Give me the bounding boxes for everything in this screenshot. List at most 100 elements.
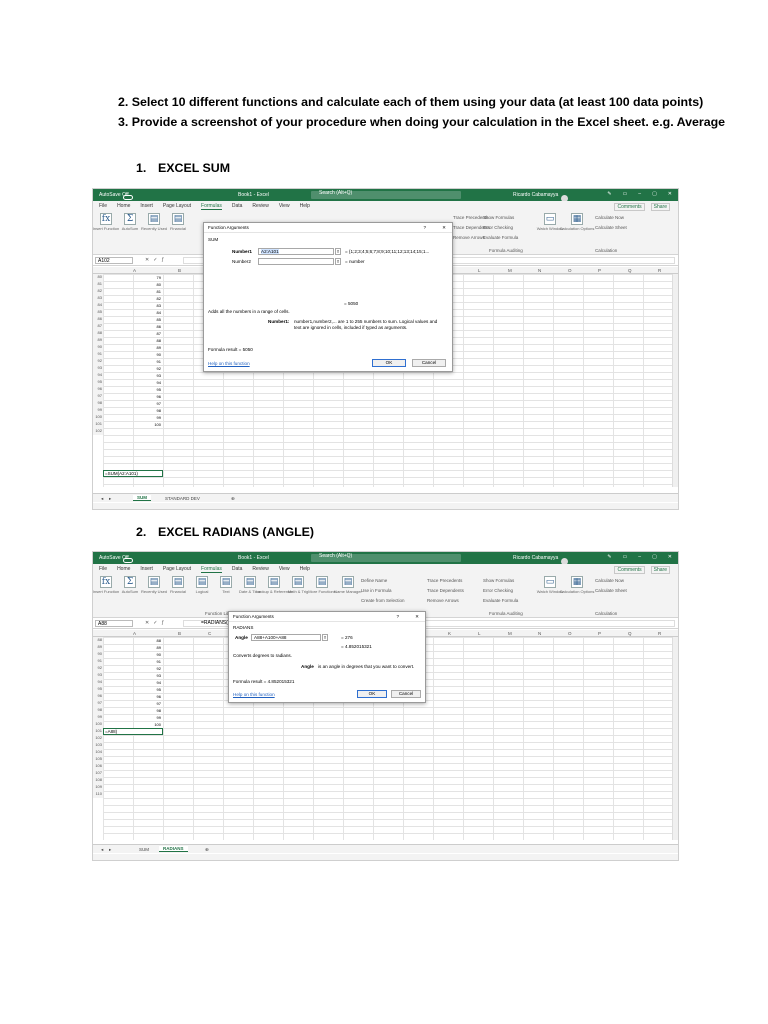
autosum-button[interactable]: Σ AutoSum bbox=[121, 576, 139, 594]
column-header-l[interactable]: L bbox=[478, 631, 481, 636]
more-functions-button[interactable]: ▤ More Functions bbox=[308, 576, 336, 594]
use-in-formula[interactable]: Use in Formula bbox=[361, 586, 405, 596]
calculation-options-button[interactable]: ▦ Calculation Options bbox=[560, 213, 594, 231]
help-link[interactable]: Help on this function bbox=[208, 361, 250, 366]
cell-value[interactable]: 96 bbox=[103, 694, 161, 699]
cell-value[interactable]: 94 bbox=[103, 680, 161, 685]
row-header[interactable]: 84 bbox=[93, 302, 103, 309]
cancel-button[interactable]: Cancel bbox=[391, 690, 421, 698]
vertical-scrollbar[interactable] bbox=[672, 274, 678, 487]
add-sheet-icon[interactable]: ⊕ bbox=[205, 847, 209, 853]
range-picker-icon[interactable]: ⇑ bbox=[335, 258, 341, 265]
cell-value[interactable]: 86 bbox=[103, 324, 161, 329]
row-header[interactable]: 102 bbox=[93, 428, 103, 435]
vertical-scrollbar[interactable] bbox=[672, 637, 678, 840]
prev-sheet-icon[interactable]: ◂ bbox=[101, 847, 103, 853]
tab-home[interactable]: Home bbox=[117, 566, 130, 572]
row-header[interactable]: 94 bbox=[93, 372, 103, 379]
tab-page-layout[interactable]: Page Layout bbox=[163, 203, 191, 209]
row-header[interactable]: 85 bbox=[93, 309, 103, 316]
row-header[interactable]: 98 bbox=[93, 400, 103, 407]
close-icon[interactable]: ✕ bbox=[668, 554, 672, 560]
minimize-icon[interactable]: – bbox=[638, 191, 641, 197]
help-icon[interactable]: ? bbox=[396, 614, 399, 619]
comments-button[interactable]: Comments bbox=[614, 566, 645, 574]
autosave-label[interactable]: AutoSave Off bbox=[99, 555, 133, 563]
calculate-now[interactable]: Calculate Now bbox=[595, 213, 627, 223]
trace-dependents[interactable]: Trace Dependents bbox=[427, 586, 464, 596]
row-header[interactable]: 108 bbox=[93, 777, 103, 784]
cell-value[interactable]: 99 bbox=[103, 415, 161, 420]
column-header-b[interactable]: B bbox=[178, 631, 181, 636]
create-from-selection[interactable]: Create from Selection bbox=[361, 596, 405, 606]
fx-icon[interactable]: ƒ bbox=[161, 620, 168, 626]
calculation-options-button[interactable]: ▦ Calculation Options bbox=[560, 576, 594, 594]
arg2-input[interactable] bbox=[258, 258, 334, 265]
lookup-reference-button[interactable]: ▤ Lookup & Reference bbox=[256, 576, 292, 594]
cell-value[interactable]: 79 bbox=[103, 275, 161, 280]
calculate-sheet[interactable]: Calculate Sheet bbox=[595, 586, 627, 596]
cell-value[interactable]: 91 bbox=[103, 659, 161, 664]
row-header[interactable]: 90 bbox=[93, 344, 103, 351]
tab-formulas[interactable]: Formulas bbox=[201, 566, 222, 573]
pen-icon[interactable]: ✎ bbox=[607, 554, 611, 560]
row-header[interactable]: 95 bbox=[93, 686, 103, 693]
row-header[interactable]: 106 bbox=[93, 763, 103, 770]
row-header[interactable]: 96 bbox=[93, 693, 103, 700]
watch-window-button[interactable]: ▭ Watch Window bbox=[537, 213, 563, 231]
cell-value[interactable]: 91 bbox=[103, 359, 161, 364]
column-header-n[interactable]: N bbox=[538, 268, 541, 273]
close-icon[interactable]: ✕ bbox=[415, 614, 419, 620]
calculate-sheet[interactable]: Calculate Sheet bbox=[595, 223, 627, 233]
column-header-l[interactable]: L bbox=[478, 268, 481, 273]
tab-review[interactable]: Review bbox=[252, 566, 268, 572]
next-sheet-icon[interactable]: ▸ bbox=[109, 847, 111, 853]
range-picker-icon[interactable]: ⇑ bbox=[322, 634, 328, 641]
user-name[interactable]: Ricardo Cabamayya bbox=[513, 192, 569, 202]
range-picker-icon[interactable]: ⇑ bbox=[335, 248, 341, 255]
cell-value[interactable]: 94 bbox=[103, 380, 161, 385]
cell-value[interactable]: 92 bbox=[103, 366, 161, 371]
tab-insert[interactable]: Insert bbox=[140, 203, 153, 209]
row-header[interactable]: 105 bbox=[93, 756, 103, 763]
row-header[interactable]: 80 bbox=[93, 274, 103, 281]
column-header-m[interactable]: M bbox=[508, 631, 512, 636]
cell-value[interactable]: 88 bbox=[103, 638, 161, 643]
column-header-m[interactable]: M bbox=[508, 268, 512, 273]
help-link[interactable]: Help on this function bbox=[233, 692, 275, 697]
row-header[interactable]: 92 bbox=[93, 665, 103, 672]
row-header[interactable]: 97 bbox=[93, 700, 103, 707]
row-header[interactable]: 101 bbox=[93, 421, 103, 428]
row-header[interactable]: 103 bbox=[93, 742, 103, 749]
active-cell[interactable]: =SUM(A2:A101) bbox=[103, 470, 163, 477]
tab-data[interactable]: Data bbox=[232, 566, 243, 572]
column-header-r[interactable]: R bbox=[658, 268, 661, 273]
row-header[interactable]: 88 bbox=[93, 330, 103, 337]
recently-used-button[interactable]: ▤ Recently Used bbox=[141, 576, 167, 594]
arg1-input[interactable]: A2:A101 bbox=[258, 248, 334, 255]
ok-button[interactable]: OK bbox=[357, 690, 387, 698]
column-header-n[interactable]: N bbox=[538, 631, 541, 636]
calculate-now[interactable]: Calculate Now bbox=[595, 576, 627, 586]
row-header[interactable]: 89 bbox=[93, 644, 103, 651]
error-checking[interactable]: Error Checking bbox=[483, 586, 518, 596]
active-cell[interactable]: =A88) bbox=[103, 728, 163, 735]
row-header[interactable]: 95 bbox=[93, 379, 103, 386]
name-box[interactable]: A88 bbox=[95, 620, 133, 627]
prev-sheet-icon[interactable]: ◂ bbox=[101, 496, 103, 502]
error-checking[interactable]: Error Checking bbox=[483, 223, 518, 233]
insert-function-button[interactable]: fx Insert Function bbox=[93, 576, 119, 594]
cell-value[interactable]: 88 bbox=[103, 338, 161, 343]
maximize-icon[interactable]: ▢ bbox=[652, 191, 657, 197]
cell-value[interactable]: 81 bbox=[103, 289, 161, 294]
share-button[interactable]: Share bbox=[650, 566, 670, 574]
row-header[interactable]: 110 bbox=[93, 791, 103, 798]
comments-button[interactable]: Comments bbox=[614, 203, 645, 211]
row-header[interactable]: 96 bbox=[93, 386, 103, 393]
autosum-button[interactable]: Σ AutoSum bbox=[121, 213, 139, 231]
row-header[interactable]: 88 bbox=[93, 637, 103, 644]
row-header[interactable]: 94 bbox=[93, 679, 103, 686]
user-name[interactable]: Ricardo Cabamayya bbox=[513, 555, 569, 565]
sheet-tab-standard-dev[interactable]: STANDARD DEV bbox=[165, 496, 200, 501]
row-header[interactable]: 82 bbox=[93, 288, 103, 295]
